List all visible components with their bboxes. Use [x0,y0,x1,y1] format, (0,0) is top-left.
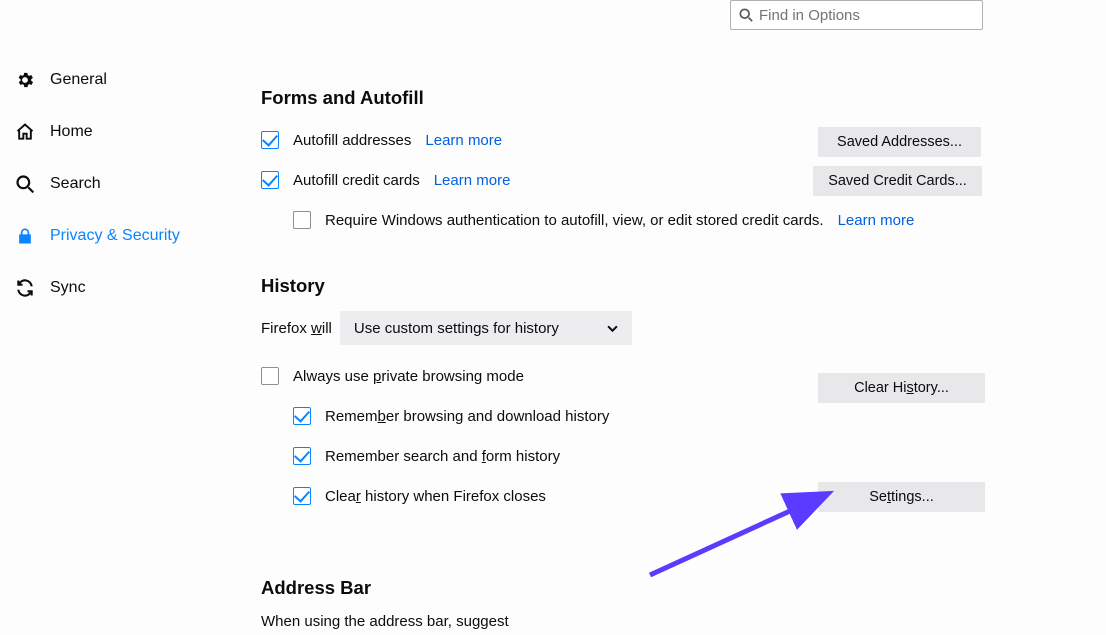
learn-more-link[interactable]: Learn more [838,212,915,229]
remember-browsing-checkbox[interactable] [293,407,311,425]
remember-search-label: Remember search and form history [325,448,560,465]
gear-icon [13,68,37,92]
sync-icon [13,276,37,300]
sidebar-item-label: General [50,71,107,89]
forms-title: Forms and Autofill [261,87,1086,109]
addressbar-title: Address Bar [261,577,1086,599]
history-mode-select[interactable]: Use custom settings for history [340,311,632,345]
learn-more-link[interactable]: Learn more [434,172,511,189]
sidebar-item-label: Search [50,175,101,193]
clear-on-close-checkbox[interactable] [293,487,311,505]
sidebar-item-home[interactable]: Home [13,115,233,149]
lock-icon [13,224,37,248]
clear-history-button[interactable]: Clear History... [818,373,985,403]
remember-search-checkbox[interactable] [293,447,311,465]
saved-credit-cards-button[interactable]: Saved Credit Cards... [813,166,982,196]
search-icon [13,172,37,196]
chevron-down-icon [607,323,618,334]
find-in-options[interactable] [730,0,983,30]
saved-addresses-button[interactable]: Saved Addresses... [818,127,981,157]
sidebar-item-sync[interactable]: Sync [13,271,233,305]
autofill-cards-checkbox[interactable] [261,171,279,189]
history-title: History [261,275,1086,297]
sidebar-item-label: Sync [50,279,86,297]
search-icon [739,8,753,22]
settings-button[interactable]: Settings... [818,482,985,512]
sidebar-item-label: Home [50,123,93,141]
sidebar-item-privacy-security[interactable]: Privacy & Security [13,219,233,253]
sidebar-item-search[interactable]: Search [13,167,233,201]
main-content: Forms and Autofill Autofill addresses Le… [261,87,1086,630]
addressbar-subtitle: When using the address bar, suggest [261,613,1086,630]
always-private-checkbox[interactable] [261,367,279,385]
always-private-label: Always use private browsing mode [293,368,524,385]
history-mode-value: Use custom settings for history [354,320,559,337]
sidebar-item-general[interactable]: General [13,63,233,97]
winauth-label: Require Windows authentication to autofi… [325,212,824,229]
autofill-addresses-checkbox[interactable] [261,131,279,149]
sidebar: General Home Search Privacy & Security S… [13,63,233,323]
home-icon [13,120,37,144]
remember-browsing-label: Remember browsing and download history [325,408,609,425]
autofill-cards-label: Autofill credit cards [293,172,420,189]
firefox-will-label: Firefox will [261,320,332,337]
autofill-addresses-label: Autofill addresses [293,132,411,149]
winauth-checkbox[interactable] [293,211,311,229]
search-input[interactable] [759,7,974,24]
sidebar-item-label: Privacy & Security [50,227,180,245]
learn-more-link[interactable]: Learn more [425,132,502,149]
clear-on-close-label: Clear history when Firefox closes [325,488,546,505]
